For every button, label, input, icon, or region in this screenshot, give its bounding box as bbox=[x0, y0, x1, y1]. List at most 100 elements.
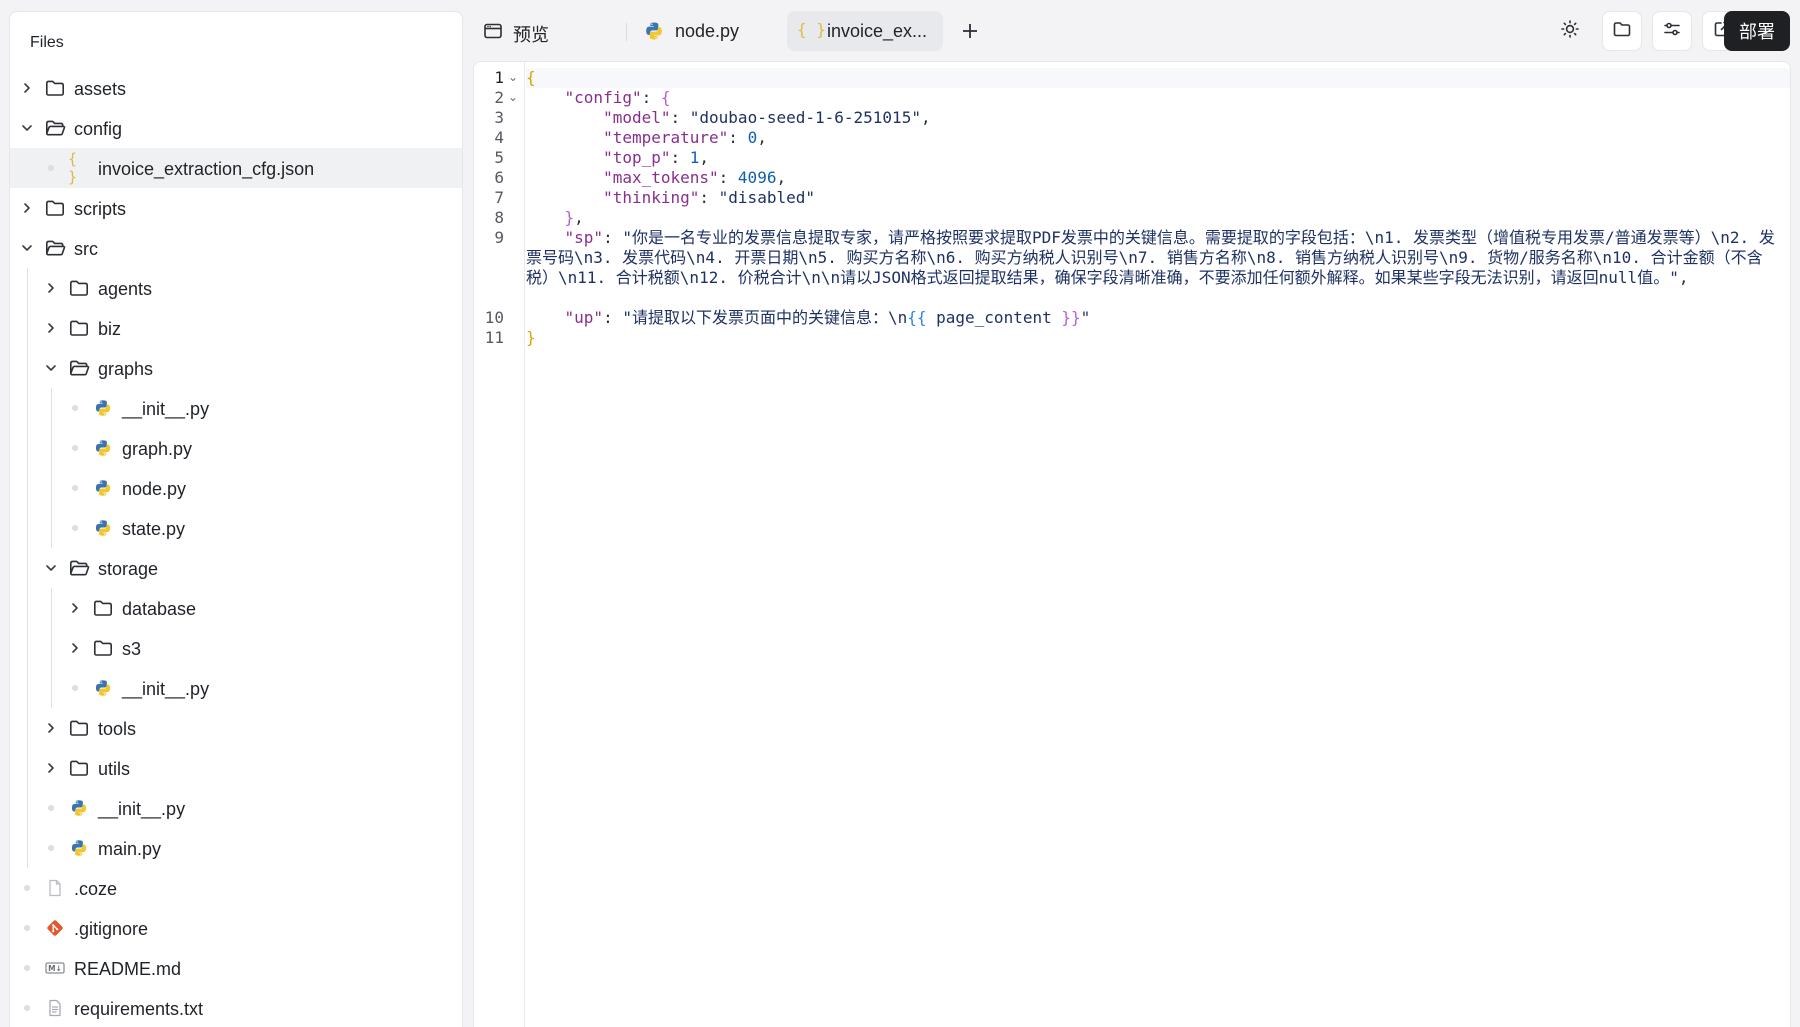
indent-guide bbox=[51, 588, 52, 708]
deploy-button[interactable]: 部署 bbox=[1724, 11, 1790, 51]
tree-bullet bbox=[24, 925, 30, 931]
python-icon bbox=[92, 397, 114, 419]
code-editor[interactable]: 1 ⌄ 2 ⌄ 3 4 5 6 7 8 9 10 11 { "config": … bbox=[473, 61, 1791, 1027]
tree-folder[interactable]: biz bbox=[10, 308, 462, 348]
tree-bullet bbox=[72, 405, 78, 411]
text-file-icon bbox=[44, 997, 66, 1019]
file-tree: assets config { } invoice_extraction_cfg.js… bbox=[10, 68, 462, 1027]
svg-text:M↓: M↓ bbox=[48, 964, 62, 973]
python-icon bbox=[92, 477, 114, 499]
tree-file[interactable]: requirements.txt bbox=[10, 988, 462, 1027]
active-line-highlight bbox=[526, 68, 1790, 88]
settings-button[interactable] bbox=[1652, 11, 1692, 51]
code-line: "thinking": "disabled" bbox=[603, 188, 815, 207]
tree-bullet bbox=[24, 965, 30, 971]
tree-file[interactable]: .gitignore bbox=[10, 908, 462, 948]
tree-item-label: utils bbox=[98, 759, 131, 779]
python-icon bbox=[68, 837, 90, 859]
chevron-right-icon[interactable] bbox=[68, 641, 82, 655]
chevron-down-icon[interactable] bbox=[44, 361, 58, 375]
tree-file[interactable]: node.py bbox=[10, 468, 462, 508]
sun-icon bbox=[1560, 19, 1580, 44]
tree-file[interactable]: .coze bbox=[10, 868, 462, 908]
tree-file[interactable]: M↓ README.md bbox=[10, 948, 462, 988]
tab-node-py[interactable]: node.py bbox=[635, 11, 765, 51]
python-icon bbox=[92, 437, 114, 459]
tree-folder[interactable]: config bbox=[10, 108, 462, 148]
tree-bullet bbox=[72, 685, 78, 691]
sliders-icon bbox=[1662, 19, 1682, 44]
tree-bullet bbox=[72, 445, 78, 451]
tab-invoice-json[interactable]: { } invoice_ex... bbox=[787, 11, 943, 51]
tree-bullet bbox=[48, 805, 54, 811]
code-line: } bbox=[526, 328, 536, 347]
folder-open-icon bbox=[68, 557, 90, 579]
tree-file[interactable]: { } invoice_extraction_cfg.json bbox=[10, 148, 462, 188]
tree-file[interactable]: state.py bbox=[10, 508, 462, 548]
folder-icon bbox=[44, 77, 66, 99]
line-number: 3 bbox=[494, 108, 504, 127]
tree-item-label: __init__.py bbox=[122, 679, 210, 699]
tree-item-label: requirements.txt bbox=[74, 999, 204, 1019]
python-icon bbox=[68, 797, 90, 819]
sidebar-title: Files bbox=[30, 34, 64, 51]
fold-chevron-icon[interactable]: ⌄ bbox=[508, 71, 520, 83]
chevron-right-icon[interactable] bbox=[44, 281, 58, 295]
tree-folder[interactable]: assets bbox=[10, 68, 462, 108]
tree-item-label: storage bbox=[98, 559, 159, 579]
tree-item-label: biz bbox=[98, 319, 122, 339]
chevron-down-icon[interactable] bbox=[20, 241, 34, 255]
folder-icon bbox=[68, 317, 90, 339]
code-line: "temperature": 0, bbox=[603, 128, 767, 147]
plus-icon bbox=[961, 16, 979, 47]
line-number: 7 bbox=[494, 188, 504, 207]
line-number: 9 bbox=[494, 228, 504, 247]
tree-folder[interactable]: s3 bbox=[10, 628, 462, 668]
tree-item-label: database bbox=[122, 599, 197, 619]
tab-divider bbox=[626, 23, 627, 41]
code-line: "sp": "你是一名专业的发票信息提取专家，请严格按照要求提取PDF发票中的关… bbox=[526, 228, 1775, 287]
tree-folder[interactable]: utils bbox=[10, 748, 462, 788]
tree-folder[interactable]: storage bbox=[10, 548, 462, 588]
theme-toggle-button[interactable] bbox=[1550, 11, 1590, 51]
tree-folder[interactable]: agents bbox=[10, 268, 462, 308]
folder-icon bbox=[68, 757, 90, 779]
python-icon bbox=[92, 517, 114, 539]
json-icon: { } bbox=[68, 150, 78, 186]
add-tab-button[interactable] bbox=[954, 15, 986, 47]
open-folder-button[interactable] bbox=[1602, 11, 1642, 51]
chevron-right-icon[interactable] bbox=[44, 721, 58, 735]
tree-file[interactable]: main.py bbox=[10, 828, 462, 868]
tree-file[interactable]: __init__.py bbox=[10, 788, 462, 828]
chevron-down-icon[interactable] bbox=[20, 121, 34, 135]
chevron-right-icon[interactable] bbox=[20, 81, 34, 95]
tree-bullet bbox=[48, 165, 54, 171]
code-line: "up": "请提取以下发票页面中的关键信息：\n{{ page_content… bbox=[564, 308, 1091, 327]
tree-item-label: invoice_extraction_cfg.json bbox=[98, 159, 315, 179]
tree-folder[interactable]: database bbox=[10, 588, 462, 628]
chevron-right-icon[interactable] bbox=[68, 601, 82, 615]
folder-icon bbox=[68, 717, 90, 739]
tree-item-label: main.py bbox=[98, 839, 162, 859]
tree-file[interactable]: graph.py bbox=[10, 428, 462, 468]
tree-item-label: state.py bbox=[122, 519, 186, 539]
tree-folder[interactable]: graphs bbox=[10, 348, 462, 388]
tree-item-label: scripts bbox=[74, 199, 127, 219]
tab-bar: 预览 node.py { } invoice_ex... 部署 bbox=[473, 11, 1790, 53]
tree-folder[interactable]: tools bbox=[10, 708, 462, 748]
tree-folder[interactable]: scripts bbox=[10, 188, 462, 228]
chevron-right-icon[interactable] bbox=[44, 761, 58, 775]
line-number-gutter: 1 ⌄ 2 ⌄ 3 4 5 6 7 8 9 10 11 bbox=[474, 62, 525, 1027]
tree-file[interactable]: __init__.py bbox=[10, 668, 462, 708]
tree-item-label: __init__.py bbox=[122, 399, 210, 419]
tree-item-label: .gitignore bbox=[74, 919, 149, 939]
chevron-right-icon[interactable] bbox=[20, 201, 34, 215]
tree-folder[interactable]: src bbox=[10, 228, 462, 268]
tree-file[interactable]: __init__.py bbox=[10, 388, 462, 428]
chevron-down-icon[interactable] bbox=[44, 561, 58, 575]
code-line: "top_p": 1, bbox=[603, 148, 710, 167]
chevron-right-icon[interactable] bbox=[44, 321, 58, 335]
tab-preview[interactable]: 预览 bbox=[473, 11, 613, 51]
code-line: { bbox=[526, 68, 536, 87]
fold-chevron-icon[interactable]: ⌄ bbox=[508, 91, 520, 103]
